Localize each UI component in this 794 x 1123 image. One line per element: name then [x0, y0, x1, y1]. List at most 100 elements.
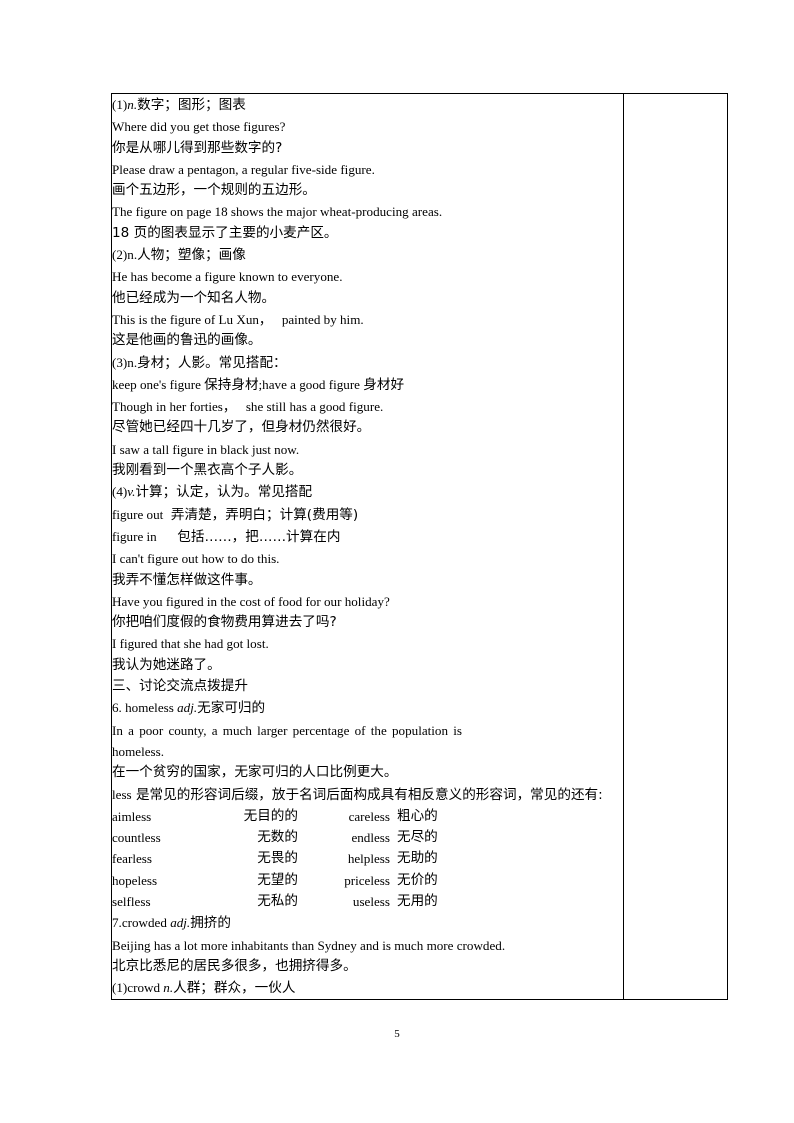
- homeless-suffix-note: less 是常见的形容词后缀，放于名词后面构成具有相反意义的形容词，常见的还有:: [112, 784, 623, 806]
- sense4-example1-en: I can't figure out how to do this.: [112, 551, 280, 567]
- sense1-example1-cn: 你是从哪儿得到那些数字的?: [112, 139, 283, 156]
- sense3-gloss: 身材；人影。常见搭配：: [137, 354, 287, 371]
- wordlist-cn-right: 无价的: [397, 871, 438, 888]
- wordlist-cn-left: 无目的的: [243, 807, 298, 824]
- crowded-number: 7.: [112, 915, 122, 931]
- wordlist-cn-left: 无望的: [257, 871, 298, 888]
- side-column-cell: [623, 92, 728, 1001]
- phrase2-cn: 包括……，把……计算在内: [160, 528, 341, 545]
- wordlist-cn-right: 粗心的: [397, 807, 438, 824]
- sense3-label: (3): [112, 354, 128, 370]
- sense3-example2-cn: 我刚看到一个黑衣高个子人影。: [112, 462, 303, 479]
- figure-sense4-heading: (4)v.计算；认定，认为。常见搭配: [112, 481, 623, 503]
- wordlist-cn-left: 无数的: [257, 829, 298, 846]
- wordlist-en-right: careless: [348, 808, 390, 824]
- suffix-word-list: aimless 无目的的 careless 粗心的 countless 无数的 …: [112, 806, 623, 912]
- homeless-heading: 6. homeless adj.无家可归的: [112, 697, 623, 719]
- wordlist-en-left: fearless: [112, 851, 152, 867]
- sense4-example2-cn: 你把咱们度假的食物费用算进去了吗?: [112, 614, 337, 631]
- sense3-example1-en: Though in her forties， she still has a g…: [112, 399, 384, 415]
- homeless-pos: adj.: [177, 700, 198, 716]
- crowded-pos: adj.: [170, 915, 191, 931]
- sense4-gloss: 计算；认定，认为。常见搭配: [135, 484, 313, 501]
- wordlist-cn-left: 无私的: [257, 892, 298, 909]
- wordlist-cn-right: 无用的: [397, 892, 438, 909]
- homeless-example-en: In a poor county, a much larger percenta…: [112, 722, 462, 759]
- sense1-label: (1): [112, 97, 128, 112]
- wordlist-en-left: hopeless: [112, 872, 158, 888]
- sense4-example3-en: I figured that she had got lost.: [112, 636, 269, 652]
- list-item: fearless 无畏的 helpless 无助的: [112, 848, 623, 869]
- table-row: (1)n.数字；图形；图表 Where did you get those fi…: [111, 92, 728, 1001]
- sense2-example1-en: He has become a figure known to everyone…: [112, 269, 343, 285]
- document-page: (1)n.数字；图形；图表 Where did you get those fi…: [0, 0, 794, 1123]
- wordlist-en-left: selfless: [112, 893, 151, 909]
- wordlist-cn-right: 无助的: [397, 850, 438, 867]
- wordlist-en-right: useless: [352, 893, 390, 909]
- sense2-example2-en: This is the figure of Lu Xun， painted by…: [112, 311, 364, 327]
- wordlist-en-left: aimless: [112, 808, 152, 824]
- content-table: (1)n.数字；图形；图表 Where did you get those fi…: [111, 92, 728, 1001]
- list-item: aimless 无目的的 careless 粗心的: [112, 806, 623, 827]
- figure-sense1-heading: (1)n.数字；图形；图表: [112, 94, 623, 116]
- section-heading: 三、讨论交流点拨提升: [112, 678, 248, 695]
- collocation2-cn: 身材好: [363, 376, 405, 393]
- sense1-example2-en: Please draw a pentagon, a regular five-s…: [112, 161, 375, 177]
- sense1-gloss: 数字；图形；图表: [137, 97, 246, 113]
- sense1-example2-cn: 画个五边形，一个规则的五边形。: [112, 182, 316, 199]
- page-number: 5: [394, 1028, 400, 1040]
- suffix-note-prefix: less: [112, 786, 132, 802]
- sense3-example2-en: I saw a tall figure in black just now.: [112, 441, 300, 457]
- wordlist-en-right: endless: [351, 830, 390, 846]
- crowd-sub-entry: (1)crowd n.人群；群众，一伙人: [112, 977, 623, 999]
- sense2-gloss: 人物；塑像；画像: [137, 247, 246, 264]
- collocation1-cn: 保持身材: [204, 376, 259, 393]
- phrase1-en: figure out: [112, 506, 167, 522]
- sense3-collocations: keep one's figure 保持身材;have a good figur…: [112, 374, 623, 396]
- homeless-gloss: 无家可归的: [197, 700, 266, 717]
- collocation2-en: ;have a good figure: [258, 376, 364, 392]
- crowded-example-en: Beijing has a lot more inhabitants than …: [112, 937, 506, 953]
- sense4-phrase2: figure in 包括……，把……计算在内: [112, 526, 623, 548]
- sense4-example1-cn: 我弄不懂怎样做这件事。: [112, 571, 262, 588]
- main-content-cell: (1)n.数字；图形；图表 Where did you get those fi…: [111, 92, 624, 1001]
- sense4-example2-en: Have you figured in the cost of food for…: [112, 593, 390, 609]
- wordlist-cn-right: 无尽的: [397, 829, 438, 846]
- list-item: hopeless 无望的 priceless 无价的: [112, 870, 623, 891]
- sense1-example3-en: The figure on page 18 shows the major wh…: [112, 204, 443, 220]
- sense2-label: (2): [112, 247, 128, 263]
- suffix-note-body: 是常见的形容词后缀，放于名词后面构成具有相反意义的形容词，常见的还有:: [131, 786, 603, 803]
- wordlist-en-left: countless: [112, 830, 161, 846]
- wordlist-en-right: priceless: [344, 872, 390, 888]
- sense2-pos: n.: [127, 247, 138, 263]
- phrase1-cn: 弄清楚，弄明白；计算(费用等): [166, 506, 359, 523]
- crowded-word: crowded: [121, 915, 171, 931]
- crowded-gloss: 拥挤的: [190, 915, 231, 932]
- sense4-label: (4): [112, 484, 128, 500]
- wordlist-cn-left: 无畏的: [257, 850, 298, 867]
- crowd-sub-word: crowd: [127, 980, 164, 996]
- sense3-pos: n.: [127, 354, 138, 370]
- sense1-example1-en: Where did you get those figures?: [112, 119, 286, 135]
- homeless-word: homeless: [125, 700, 178, 716]
- sense4-phrase1: figure out 弄清楚，弄明白；计算(费用等): [112, 504, 623, 526]
- sense1-pos: n.: [127, 97, 138, 112]
- homeless-number: 6.: [112, 700, 126, 716]
- sense1-example3-cn: 18 页的图表显示了主要的小麦产区。: [112, 224, 338, 241]
- figure-sense2-heading: (2)n.人物；塑像；画像: [112, 244, 623, 266]
- list-item: selfless 无私的 useless 无用的: [112, 891, 623, 912]
- sense2-example1-cn: 他已经成为一个知名人物。: [112, 289, 276, 306]
- list-item: countless 无数的 endless 无尽的: [112, 827, 623, 848]
- sense3-example1-cn: 尽管她已经四十几岁了，但身材仍然很好。: [112, 419, 371, 436]
- crowd-sub-pos: n.: [163, 980, 174, 996]
- crowded-example-cn: 北京比悉尼的居民多很多，也拥挤得多。: [112, 957, 357, 974]
- phrase2-en: figure in: [112, 528, 160, 544]
- homeless-example-cn: 在一个贫穷的国家，无家可归的人口比例更大。: [112, 764, 398, 781]
- sense2-example2-cn: 这是他画的鲁迅的画像。: [112, 332, 262, 349]
- sense4-example3-cn: 我认为她迷路了。: [112, 656, 221, 673]
- crowded-heading: 7.crowded adj.拥挤的: [112, 912, 623, 934]
- crowd-sub-gloss: 人群；群众，一伙人: [173, 980, 296, 997]
- collocation1-en: keep one's figure: [112, 376, 205, 392]
- crowd-sub-label: (1): [112, 980, 128, 996]
- wordlist-en-right: helpless: [347, 851, 390, 867]
